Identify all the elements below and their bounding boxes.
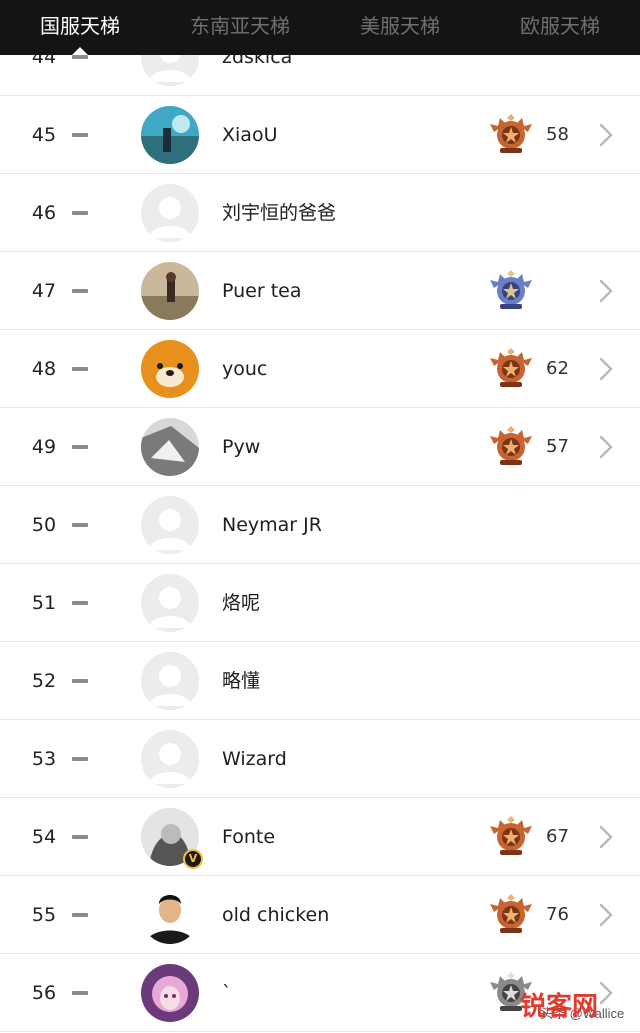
player-avatar[interactable] xyxy=(141,262,199,320)
rank-number: 46 xyxy=(31,202,57,224)
rank-change-indicator xyxy=(72,601,88,605)
player-avatar[interactable] xyxy=(141,418,199,476)
rank-change-indicator xyxy=(72,913,88,917)
rank-change-indicator xyxy=(72,289,88,293)
player-avatar[interactable] xyxy=(141,184,199,242)
player-name: Neymar JR xyxy=(222,514,322,536)
rank-number: 50 xyxy=(31,514,57,536)
ladder-row: 46 刘宇恒的爸爸 xyxy=(0,174,640,252)
rank-number: 56 xyxy=(31,982,57,1004)
rank-number: 51 xyxy=(31,592,57,614)
rank-number: 47 xyxy=(31,280,57,302)
rank-medal-icon xyxy=(490,894,532,934)
ladder-row: 50 Neymar JR xyxy=(0,486,640,564)
player-name: Fonte xyxy=(222,826,276,848)
ladder-row[interactable]: 55 old chicken 76 xyxy=(0,876,640,954)
rank-number: 52 xyxy=(31,670,57,692)
rank-change-indicator xyxy=(72,211,88,215)
rank-medal-icon xyxy=(490,426,532,466)
rank-change-indicator xyxy=(72,679,88,683)
tab-label: 国服天梯 xyxy=(40,14,120,38)
chevron-right-icon[interactable] xyxy=(598,279,614,303)
watermark-logo: 锐客网 xyxy=(520,991,599,1021)
ladder-row[interactable]: 49 Pyw 57 xyxy=(0,408,640,486)
player-avatar[interactable] xyxy=(141,496,199,554)
ladder-row: 53 Wizard xyxy=(0,720,640,798)
ladder-row: 51 烙呢 xyxy=(0,564,640,642)
rank-score: 67 xyxy=(546,826,569,847)
rank-medal-icon xyxy=(490,114,532,154)
rank-change-indicator xyxy=(72,55,88,59)
player-avatar[interactable] xyxy=(141,340,199,398)
rank-change-indicator xyxy=(72,523,88,527)
rank-score: 62 xyxy=(546,358,569,379)
player-name: youc xyxy=(222,358,268,380)
tab-cn-ladder[interactable]: 国服天梯 xyxy=(0,0,160,55)
chevron-right-icon[interactable] xyxy=(598,123,614,147)
player-name: 烙呢 xyxy=(222,592,261,614)
chevron-right-icon[interactable] xyxy=(598,981,614,1005)
chevron-right-icon[interactable] xyxy=(598,903,614,927)
tab-label: 美服天梯 xyxy=(360,14,440,38)
rank-number: 55 xyxy=(31,904,57,926)
rank-change-indicator xyxy=(72,367,88,371)
rank-number: 48 xyxy=(31,358,57,380)
rank-score: 57 xyxy=(546,436,569,457)
rank-change-indicator xyxy=(72,133,88,137)
player-avatar[interactable] xyxy=(141,730,199,788)
chevron-right-icon[interactable] xyxy=(598,357,614,381)
ladder-tab-bar: 国服天梯 东南亚天梯 美服天梯 欧服天梯 xyxy=(0,0,640,55)
rank-change-indicator xyxy=(72,991,88,995)
player-name: Pyw xyxy=(222,436,261,458)
rank-change-indicator xyxy=(72,835,88,839)
rank-change-indicator xyxy=(72,757,88,761)
ladder-row[interactable]: 54 V Fonte 67 xyxy=(0,798,640,876)
tab-us-ladder[interactable]: 美服天梯 xyxy=(320,0,480,55)
tab-label: 欧服天梯 xyxy=(520,14,600,38)
ladder-row[interactable]: 47 Puer tea xyxy=(0,252,640,330)
rank-score: 76 xyxy=(546,904,569,925)
rank-number: 49 xyxy=(31,436,57,458)
ladder-row[interactable]: 45 XiaoU 58 xyxy=(0,96,640,174)
player-name: old chicken xyxy=(222,904,330,926)
player-name: ` xyxy=(222,982,232,1004)
player-avatar[interactable] xyxy=(141,574,199,632)
player-name: XiaoU xyxy=(222,124,278,146)
player-avatar[interactable] xyxy=(141,652,199,710)
player-name: 略懂 xyxy=(222,670,261,692)
tab-label: 东南亚天梯 xyxy=(190,14,290,38)
ladder-row: 52 略懂 xyxy=(0,642,640,720)
player-avatar[interactable] xyxy=(141,964,199,1022)
player-avatar[interactable] xyxy=(141,886,199,944)
chevron-right-icon[interactable] xyxy=(598,435,614,459)
rank-score: 58 xyxy=(546,124,569,145)
rank-medal-icon xyxy=(490,348,532,388)
tab-sea-ladder[interactable]: 东南亚天梯 xyxy=(160,0,320,55)
rank-number: 54 xyxy=(31,826,57,848)
ladder-row[interactable]: 48 youc 62 xyxy=(0,330,640,408)
player-name: 刘宇恒的爸爸 xyxy=(222,202,337,224)
rank-number: 45 xyxy=(31,124,57,146)
player-name: Wizard xyxy=(222,748,287,770)
rank-medal-icon xyxy=(490,816,532,856)
tab-eu-ladder[interactable]: 欧服天梯 xyxy=(480,0,640,55)
chevron-right-icon[interactable] xyxy=(598,825,614,849)
active-tab-indicator xyxy=(72,47,88,55)
rank-medal-icon xyxy=(490,270,532,310)
ladder-list: 44 zdskica 45 XiaoU 58 46 刘宇恒的爸爸 47 Puer tea 48 yo… xyxy=(0,18,640,1032)
rank-number: 53 xyxy=(31,748,57,770)
verified-badge-icon: V xyxy=(183,849,203,869)
player-name: Puer tea xyxy=(222,280,302,302)
rank-change-indicator xyxy=(72,445,88,449)
player-avatar[interactable] xyxy=(141,106,199,164)
